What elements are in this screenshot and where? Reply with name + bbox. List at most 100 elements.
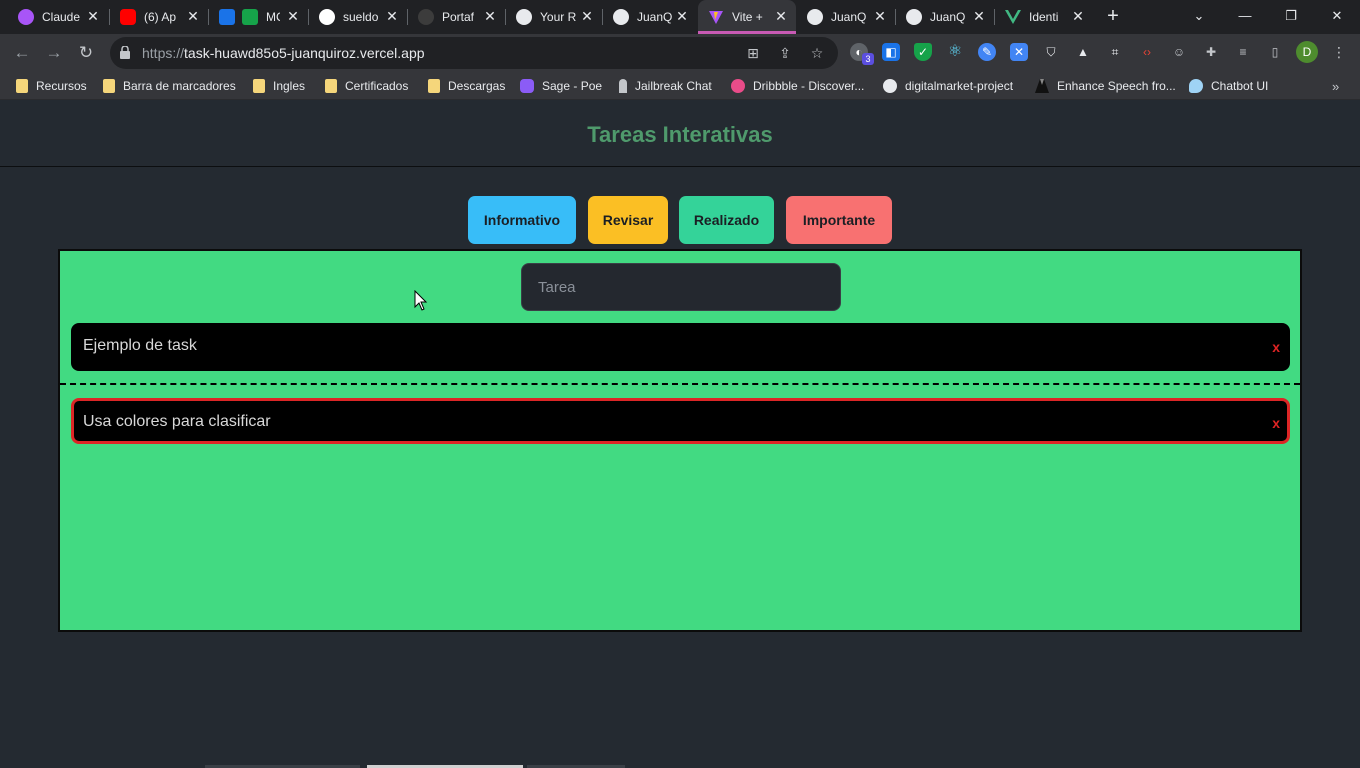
crop-icon[interactable]: ⌗: [1106, 43, 1124, 61]
bookmarks-overflow-icon[interactable]: »: [1332, 77, 1339, 95]
close-tab-icon[interactable]: ✕: [970, 7, 988, 25]
browser-tab[interactable]: Your R ✕: [506, 4, 602, 30]
restore-button[interactable]: ❐: [1268, 4, 1314, 28]
shield-icon[interactable]: ⛉: [1042, 43, 1060, 61]
folder-icon: [103, 79, 115, 93]
vue-icon: [1005, 9, 1021, 25]
close-tab-icon[interactable]: ✕: [578, 7, 596, 25]
github-icon: [613, 9, 629, 25]
poe-icon: [520, 79, 534, 93]
code-icon[interactable]: ‹›: [1138, 43, 1156, 61]
browser-tab[interactable]: JuanQ ✕: [896, 4, 994, 30]
bookmark-folder[interactable]: Ingles: [253, 77, 305, 95]
browser-tab[interactable]: Identi ✕: [995, 4, 1093, 30]
bookmark-link[interactable]: Jailbreak Chat: [619, 77, 712, 95]
folder-icon: [16, 79, 28, 93]
browser-tab[interactable]: [209, 4, 239, 30]
task-text: Ejemplo de task: [83, 337, 197, 354]
bookmark-link[interactable]: Dribbble - Discover...: [731, 77, 864, 95]
reload-icon[interactable]: ↻: [74, 41, 98, 65]
browser-tab[interactable]: (6) Ap ✕: [110, 4, 208, 30]
close-tab-icon[interactable]: ✕: [1069, 7, 1087, 25]
chat-icon: [1189, 79, 1203, 93]
tab-title: sueldo: [343, 10, 379, 24]
back-icon[interactable]: ←: [10, 41, 34, 65]
sidebar-icon[interactable]: ▯: [1266, 43, 1284, 61]
browser-tab[interactable]: JuanQ ✕: [603, 4, 697, 30]
bookmarks-bar: Recursos Barra de marcadores Ingles Cert…: [0, 72, 1360, 100]
delete-task-button[interactable]: x: [1272, 416, 1280, 430]
extension-icon[interactable]: ✎: [978, 43, 996, 61]
tab-title: (6) Ap: [144, 10, 177, 24]
forward-icon[interactable]: →: [42, 41, 66, 65]
close-tab-icon[interactable]: ✕: [84, 7, 102, 25]
category-button-informativo[interactable]: Informativo: [468, 196, 576, 244]
bookmark-folder[interactable]: Descargas: [428, 77, 505, 95]
github-icon: [807, 9, 823, 25]
vite-icon: [708, 9, 724, 25]
github-icon: [883, 79, 897, 93]
close-tab-icon[interactable]: ✕: [184, 7, 202, 25]
tab-title: Your R: [540, 10, 577, 24]
browser-tab[interactable]: Claude ✕: [8, 4, 108, 30]
github-icon: [516, 9, 532, 25]
close-tab-icon[interactable]: ✕: [673, 7, 691, 25]
bookmark-folder[interactable]: Barra de marcadores: [103, 77, 236, 95]
page-title: Tareas Interativas: [587, 122, 773, 147]
category-button-revisar[interactable]: Revisar: [588, 196, 668, 244]
browser-tab[interactable]: Portaf ✕: [408, 4, 505, 30]
close-tab-icon[interactable]: ✕: [871, 7, 889, 25]
browser-tab-active[interactable]: Vite + ✕: [698, 0, 796, 34]
browser-tab[interactable]: JuanQ ✕: [797, 4, 895, 30]
minimize-button[interactable]: —: [1222, 4, 1268, 28]
bookmark-link[interactable]: digitalmarket-project: [883, 77, 1013, 95]
menu-icon[interactable]: ⋮: [1330, 43, 1348, 61]
folder-icon: [428, 79, 440, 93]
tab-title: Vite +: [732, 10, 763, 24]
mouse-cursor-icon: [414, 290, 428, 311]
bookmark-link[interactable]: Chatbot UI: [1189, 77, 1268, 95]
profile-avatar[interactable]: D: [1296, 41, 1318, 63]
extension-icon[interactable]: ✕: [1010, 43, 1028, 61]
bookmark-star-icon[interactable]: ☆: [808, 44, 826, 62]
shield-icon[interactable]: ✓: [914, 43, 932, 61]
close-tab-icon[interactable]: ✕: [772, 7, 790, 25]
category-button-importante[interactable]: Importante: [786, 196, 892, 244]
bookmark-folder[interactable]: Recursos: [16, 77, 87, 95]
triangle-icon[interactable]: ▲: [1074, 43, 1092, 61]
browser-tab[interactable]: sueldo ✕: [309, 4, 407, 30]
browser-tab[interactable]: MC ✕: [236, 4, 308, 30]
cat-icon[interactable]: ☺: [1170, 43, 1188, 61]
bookmark-folder[interactable]: Certificados: [325, 77, 408, 95]
github-icon: [906, 9, 922, 25]
close-tab-icon[interactable]: ✕: [284, 7, 302, 25]
task-board: Ejemplo de task x Usa colores para clasi…: [58, 249, 1302, 632]
translate-icon[interactable]: ⊞: [744, 44, 762, 62]
bookmark-link[interactable]: Enhance Speech fro...: [1035, 77, 1176, 95]
category-button-realizado[interactable]: Realizado: [679, 196, 774, 244]
address-bar[interactable]: https://task-huawd85o5-juanquiroz.vercel…: [110, 37, 838, 69]
triangle-logo-icon: [319, 9, 335, 25]
share-icon[interactable]: ⇪: [776, 44, 794, 62]
close-tab-icon[interactable]: ✕: [383, 7, 401, 25]
check-icon: [242, 9, 258, 25]
section-divider: [60, 383, 1300, 385]
extension-icon[interactable]: ◧: [882, 43, 900, 61]
media-icon[interactable]: ≡: [1234, 43, 1252, 61]
new-tab-button[interactable]: +: [1102, 6, 1124, 28]
task-text: Usa colores para clasificar: [83, 413, 271, 430]
close-window-button[interactable]: ✕: [1314, 4, 1360, 28]
app-header: Tareas Interativas: [0, 100, 1360, 167]
close-tab-icon[interactable]: ✕: [481, 7, 499, 25]
app-page: Tareas Interativas Informativo Revisar R…: [0, 100, 1360, 768]
react-icon[interactable]: ⚛: [946, 43, 964, 61]
delete-task-button[interactable]: x: [1272, 340, 1280, 354]
puzzle-icon[interactable]: ✚: [1202, 43, 1220, 61]
tab-search-icon[interactable]: ⌄: [1176, 4, 1222, 28]
task-item[interactable]: Ejemplo de task x: [71, 323, 1290, 371]
task-input[interactable]: [521, 263, 841, 311]
tab-title: MC: [266, 10, 280, 24]
claude-icon: [18, 9, 34, 25]
task-item-important[interactable]: Usa colores para clasificar x: [71, 398, 1290, 444]
bookmark-link[interactable]: Sage - Poe: [520, 77, 602, 95]
